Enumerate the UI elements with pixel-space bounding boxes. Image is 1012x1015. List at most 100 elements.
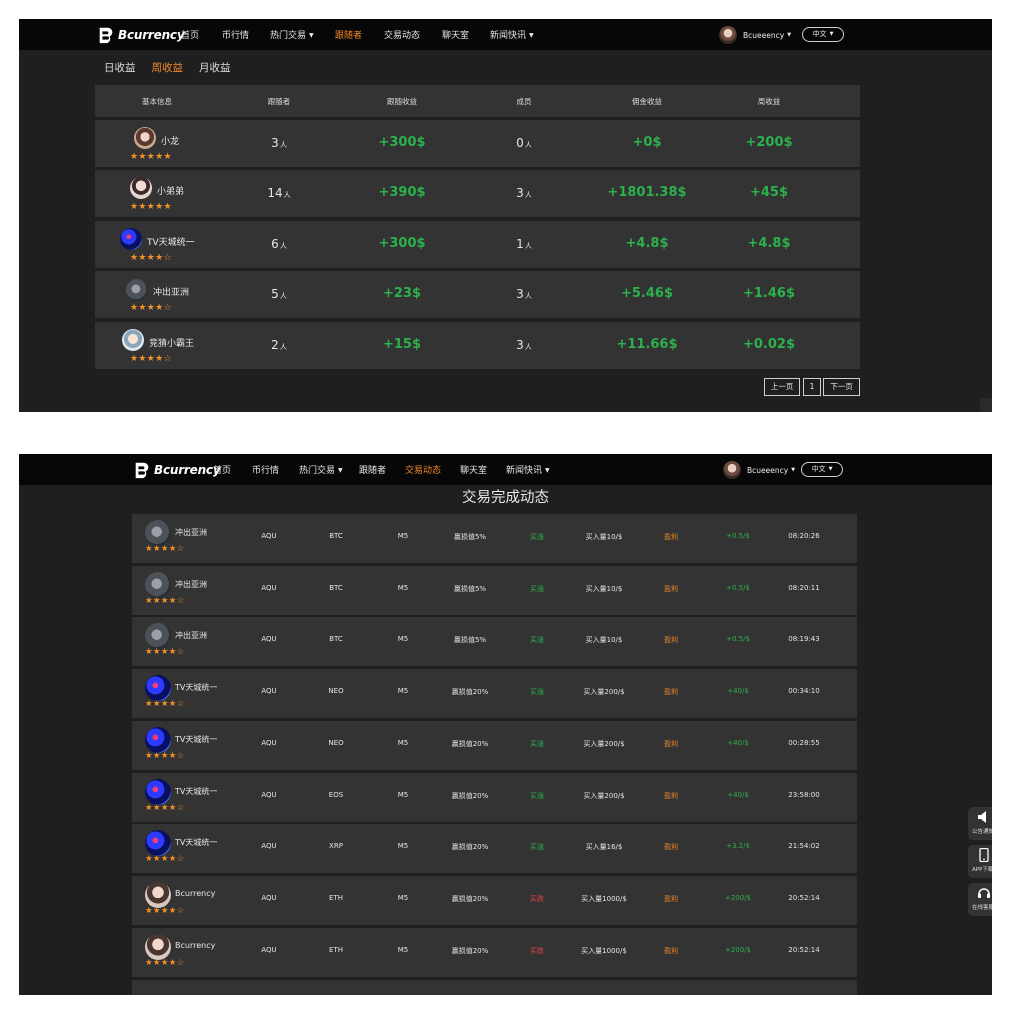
list-item[interactable]: Bcurrency ★★★★☆ AQU ETH M5 赢损值20% 买跌 买入量1000/$ 盈…	[132, 875, 857, 925]
nav-trade-feed[interactable]: 交易动态	[384, 28, 420, 41]
platform-cell: AQU	[261, 790, 277, 799]
nav-chat[interactable]: 聊天室	[442, 28, 469, 41]
period-cell: M5	[397, 790, 409, 799]
notice-widget[interactable]: 公告通知	[968, 807, 992, 840]
nav-home[interactable]: 首页	[213, 463, 231, 476]
nav-followers[interactable]: 跟随者	[335, 28, 362, 41]
brand-logo[interactable]: Bcurrency	[133, 460, 221, 480]
stop-loss-cell: 赢损值20%	[451, 688, 489, 697]
page-number-button[interactable]: 1	[803, 378, 821, 396]
caret-down-icon: ▼	[787, 32, 792, 38]
direction-cell: 买跌	[530, 894, 544, 903]
app-download-widget[interactable]: APP下载	[968, 845, 992, 878]
amount-cell: 买入量1000/$	[581, 894, 627, 903]
language-select[interactable]: 中文 ▼	[801, 462, 843, 477]
amount-cell: 买入量10/$	[585, 636, 623, 645]
nav-hot-trade-label: 热门交易	[270, 31, 307, 41]
stop-loss-cell: 赢损值20%	[451, 739, 489, 748]
nav-market[interactable]: 币行情	[252, 463, 279, 476]
time-cell: 21:54:02	[788, 842, 820, 851]
nav-news[interactable]: 新闻快讯 ▼	[506, 463, 550, 476]
avatar	[145, 675, 171, 702]
table-row[interactable]: 小龙 ★★★★★ 3人 +300$ 0人 +0$ +200$	[95, 120, 860, 167]
coin-cell: ETH	[329, 893, 343, 902]
list-item[interactable]: TV天城统一 ★★★★☆ AQU NEO M5 赢损值20% 买涨 买入量200/$ 盈利 +40…	[132, 720, 857, 770]
table-row[interactable]: 冲出亚洲 ★★★★☆ 5人 +23$ 3人 +5.46$ +1.46$	[95, 271, 860, 318]
nav-home[interactable]: 首页	[181, 28, 199, 41]
table-row[interactable]: 竞猜小霸王 ★★★★☆ 2人 +15$ 3人 +11.66$ +0.02$	[95, 322, 860, 369]
support-widget[interactable]: 在线客服	[968, 883, 992, 916]
list-item[interactable]: TV天城统一 ★★★★☆ AQU EOS M5 赢损值20% 买涨 买入量200/$ 盈利 +40…	[132, 772, 857, 822]
amount-cell: 买入量200/$	[583, 791, 625, 800]
nav-trade-feed[interactable]: 交易动态	[405, 463, 441, 476]
time-cell: 08:20:26	[788, 532, 820, 540]
table-row[interactable]: 小弟弟 ★★★★★ 14人 +390$ 3人 +1801.38$ +45$	[95, 170, 860, 217]
list-item[interactable]: 冲出亚洲 ★★★★☆ AQU BTC M5 赢损值5% 买涨 买入量10/$ 盈利 +0.5/$ 0…	[132, 514, 857, 563]
trade-feed-panel: Bcurrency 首页 币行情 热门交易 ▼ 跟随者 交易动态 聊天室 新闻快讯…	[19, 454, 992, 995]
next-page-button[interactable]: 下一页	[823, 378, 860, 396]
user-name: Bcueeency	[747, 465, 789, 475]
platform-cell: AQU	[261, 583, 277, 592]
brand-name: Bcurrency	[118, 28, 185, 42]
avatar	[120, 228, 142, 250]
rating-stars: ★★★★☆	[130, 354, 172, 364]
time-cell: 23:58:00	[788, 790, 820, 799]
list-item-partial	[132, 980, 857, 995]
nav-hot-trade[interactable]: 热门交易 ▼	[270, 28, 314, 41]
table-header: 基本信息 跟随者 跟随收益 成员 佣金收益 周收益	[95, 85, 860, 117]
stop-loss-cell: 赢损值5%	[453, 636, 487, 645]
coin-cell: BTC	[329, 532, 343, 540]
prev-page-button[interactable]: 上一页	[764, 378, 800, 396]
tab-monthly[interactable]: 月收益	[199, 60, 231, 75]
nav-market[interactable]: 币行情	[222, 28, 249, 41]
caret-down-icon: ▼	[338, 467, 343, 474]
trader-name: TV天城统一	[147, 238, 195, 248]
user-menu[interactable]: Bcueeency ▼	[719, 26, 791, 44]
trader-name: 冲出亚洲	[175, 579, 207, 589]
avatar	[145, 933, 171, 960]
rating-stars: ★★★★☆	[145, 957, 185, 968]
stop-loss-cell: 赢损值20%	[451, 946, 489, 955]
follow-income: +300$	[378, 236, 426, 251]
follow-income: +23$	[382, 286, 422, 301]
trader-name: TV天城统一	[175, 838, 218, 848]
list-item[interactable]: 冲出亚洲 ★★★★☆ AQU BTC M5 赢损值5% 买涨 买入量10/$ 盈利 +0.5/$ 0…	[132, 565, 857, 615]
platform-cell: AQU	[261, 532, 277, 540]
list-item[interactable]: 冲出亚洲 ★★★★☆ AQU BTC M5 赢损值5% 买涨 买入量10/$ 盈利 +0.5/$ 0…	[132, 617, 857, 667]
amount-cell: 买入量16/$	[585, 843, 623, 852]
top-nav: Bcurrency 首页 币行情 热门交易 ▼ 跟随者 交易动态 聊天室 新闻快讯…	[19, 19, 992, 50]
direction-cell: 买涨	[530, 636, 544, 645]
period-cell: M5	[397, 583, 409, 592]
list-item[interactable]: TV天城统一 ★★★★☆ AQU XRP M5 赢损值20% 买涨 买入量16/$ 盈利 +3.2…	[132, 824, 857, 874]
time-cell: 08:20:11	[788, 583, 820, 592]
language-select[interactable]: 中文 ▼	[802, 27, 844, 42]
rating-stars: ★★★★☆	[145, 802, 185, 813]
followers-count: 5人	[271, 287, 287, 301]
amount-cell: 买入量200/$	[583, 688, 625, 697]
nav-chat[interactable]: 聊天室	[460, 463, 487, 476]
rating-stars: ★★★★☆	[145, 750, 185, 761]
headset-icon	[978, 888, 990, 898]
rating-stars: ★★★★★	[130, 152, 172, 162]
table-row[interactable]: TV天城统一 ★★★★☆ 6人 +300$ 1人 +4.8$ +4.8$	[95, 221, 860, 268]
profit-cell: +3.2/$	[726, 842, 750, 851]
caret-down-icon: ▼	[791, 467, 796, 473]
phone-icon	[979, 848, 989, 862]
list-item[interactable]: TV天城统一 ★★★★☆ AQU NEO M5 赢损值20% 买涨 买入量200/$ 盈利 +40…	[132, 669, 857, 719]
period-cell: M5	[397, 738, 409, 747]
direction-cell: 买跌	[530, 946, 544, 955]
weekly-income: +0.02$	[742, 337, 796, 352]
header-follow-income: 跟随收益	[387, 97, 417, 106]
rating-stars: ★★★★☆	[130, 253, 172, 263]
tab-weekly[interactable]: 周收益	[152, 60, 184, 75]
brand-logo[interactable]: Bcurrency	[97, 25, 185, 45]
follow-income: +300$	[378, 135, 426, 150]
nav-news[interactable]: 新闻快讯 ▼	[490, 28, 534, 41]
result-cell: 盈利	[664, 894, 678, 903]
user-menu[interactable]: Bcueeency ▼	[723, 461, 795, 479]
avatar	[145, 726, 171, 753]
tab-daily[interactable]: 日收益	[104, 60, 136, 75]
nav-followers[interactable]: 跟随者	[359, 463, 386, 476]
list-item[interactable]: Bcurrency ★★★★☆ AQU ETH M5 赢损值20% 买跌 买入量1000/$ 盈…	[132, 927, 857, 977]
nav-hot-trade[interactable]: 热门交易 ▼	[299, 463, 343, 476]
